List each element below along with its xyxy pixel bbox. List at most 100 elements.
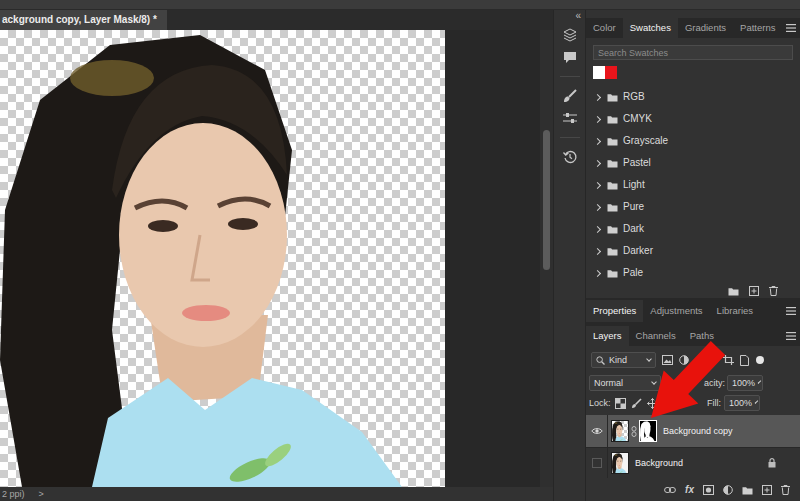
document-area: ackground copy, Layer Mask/8) * 2 ppi) >	[0, 10, 553, 501]
disclosure-chevron-icon[interactable]	[594, 115, 601, 122]
fill-field[interactable]: 100%	[724, 395, 760, 411]
swatches-tab-label: Gradients	[685, 22, 726, 33]
swatches-tab-label: Patterns	[740, 22, 775, 33]
layer-row[interactable]: Background copy	[586, 415, 800, 447]
properties-tab[interactable]: Libraries	[710, 300, 760, 322]
layer-style-button[interactable]: fx	[685, 484, 694, 496]
visibility-toggle[interactable]	[586, 448, 608, 478]
scroll-thumb[interactable]	[543, 130, 550, 270]
disclosure-chevron-icon[interactable]	[594, 269, 601, 276]
disclosure-chevron-icon[interactable]	[594, 93, 601, 100]
blend-mode-dropdown[interactable]: Normal	[589, 375, 661, 391]
swatches-tab[interactable]: Patterns	[733, 18, 782, 38]
history-icon[interactable]	[559, 148, 581, 166]
smart-object-filter-icon[interactable]	[740, 355, 749, 366]
status-menu-arrow[interactable]: >	[39, 489, 44, 500]
pixel-filter-icon[interactable]	[662, 355, 673, 365]
properties-tab[interactable]: Adjustments	[643, 300, 709, 322]
shape-filter-icon[interactable]	[723, 355, 734, 365]
swatch-folder[interactable]: Grayscale	[586, 130, 800, 152]
swatches-tab[interactable]: Gradients	[678, 18, 733, 38]
link-layers-icon[interactable]	[664, 486, 676, 494]
filter-kind-label: Kind	[609, 355, 627, 366]
lock-transparent-pixels-icon[interactable]	[615, 397, 627, 409]
sliders-icon[interactable]	[559, 109, 581, 127]
layer-thumbnail[interactable]	[611, 452, 629, 474]
visibility-eye-icon[interactable]	[586, 415, 608, 447]
layer-thumbnail[interactable]	[611, 420, 629, 442]
new-group-folder-icon[interactable]	[728, 287, 739, 296]
folder-label: CMYK	[623, 113, 652, 125]
swatch-folder[interactable]: CMYK	[586, 108, 800, 130]
opacity-label: acity:	[704, 378, 725, 389]
collapse-button[interactable]: «	[575, 10, 585, 22]
brush-icon[interactable]	[559, 87, 581, 105]
mask-link-icon[interactable]	[629, 426, 639, 437]
layer-list: Background copyBackground	[586, 415, 800, 478]
filter-toggle-icon[interactable]	[755, 355, 765, 365]
opacity-value: 100%	[732, 378, 755, 389]
disclosure-chevron-icon[interactable]	[594, 181, 601, 188]
swatch-folder[interactable]: RGB	[586, 86, 800, 108]
swatch-folder[interactable]: Dark	[586, 218, 800, 240]
search-field	[593, 45, 793, 60]
swatch-folder[interactable]: Pale	[586, 262, 800, 284]
layers-tab[interactable]: Channels	[629, 326, 683, 346]
swatches-tab[interactable]: Swatches	[623, 18, 678, 38]
opacity-field[interactable]: 100%	[727, 375, 763, 391]
search-icon	[596, 356, 605, 365]
folder-label: RGB	[623, 91, 645, 103]
document-tab[interactable]: ackground copy, Layer Mask/8) *	[0, 10, 167, 30]
folder-icon	[607, 203, 618, 212]
new-group-icon[interactable]	[742, 486, 753, 495]
swatches-tab[interactable]: Color	[586, 18, 623, 38]
status-bar: 2 ppi) >	[0, 487, 553, 501]
trash-icon[interactable]	[781, 485, 790, 495]
photo	[0, 30, 445, 487]
lock-icon	[768, 458, 800, 468]
layer-row[interactable]: Background	[586, 447, 800, 478]
layer-mask-thumbnail[interactable]	[639, 420, 657, 442]
panel-menu-icon[interactable]	[782, 300, 800, 322]
adjustment-filter-icon[interactable]	[679, 355, 689, 365]
layers-tab-bar: LayersChannelsPaths	[586, 326, 800, 346]
properties-tab-label: Properties	[593, 305, 636, 316]
filter-kind-dropdown[interactable]: Kind	[591, 352, 656, 368]
disclosure-chevron-icon[interactable]	[594, 159, 601, 166]
panel-menu-icon[interactable]	[782, 18, 800, 38]
new-layer-icon[interactable]	[762, 485, 772, 495]
blend-row: Normal acity: 100%	[586, 375, 800, 391]
lock-position-icon[interactable]	[647, 397, 659, 409]
panel-menu-icon[interactable]	[782, 326, 800, 346]
vertical-scrollbar[interactable]	[540, 30, 553, 487]
swatch-chip[interactable]	[593, 66, 605, 79]
comment-icon[interactable]	[559, 48, 581, 66]
lock-artboard-icon[interactable]	[663, 397, 675, 409]
add-mask-icon[interactable]	[703, 485, 714, 495]
trash-icon[interactable]	[769, 286, 778, 296]
swatch-folder[interactable]: Pure	[586, 196, 800, 218]
disclosure-chevron-icon[interactable]	[594, 225, 601, 232]
layers-tab[interactable]: Layers	[586, 326, 629, 346]
properties-tab-bar: Properties AdjustmentsLibraries	[586, 300, 800, 322]
search-input[interactable]	[594, 46, 792, 59]
disclosure-chevron-icon[interactable]	[594, 203, 601, 210]
disclosure-chevron-icon[interactable]	[594, 247, 601, 254]
swatch-folder-list: RGB CMYK GrayscalePastelLight Pure DarkDarke…	[586, 86, 800, 284]
lock-image-pixels-icon[interactable]	[631, 397, 643, 409]
disclosure-chevron-icon[interactable]	[594, 137, 601, 144]
swatch-chip[interactable]	[605, 66, 617, 79]
folder-label: Pure	[623, 201, 644, 213]
swatch-folder[interactable]: Darker	[586, 240, 800, 262]
adjustment-layer-icon[interactable]	[723, 485, 733, 495]
swatch-folder[interactable]: Pastel	[586, 152, 800, 174]
properties-tab[interactable]: Properties	[586, 300, 643, 322]
layers-tab[interactable]: Paths	[683, 326, 721, 346]
3d-layers-icon[interactable]	[559, 26, 581, 44]
canvas[interactable]	[0, 30, 445, 487]
swatch-folder[interactable]: Light	[586, 174, 800, 196]
new-swatch-icon[interactable]	[749, 286, 759, 296]
red-arrow-icon	[0, 0, 800, 501]
recent-swatches	[593, 66, 793, 79]
dropdown-chevron-icon	[755, 400, 759, 404]
